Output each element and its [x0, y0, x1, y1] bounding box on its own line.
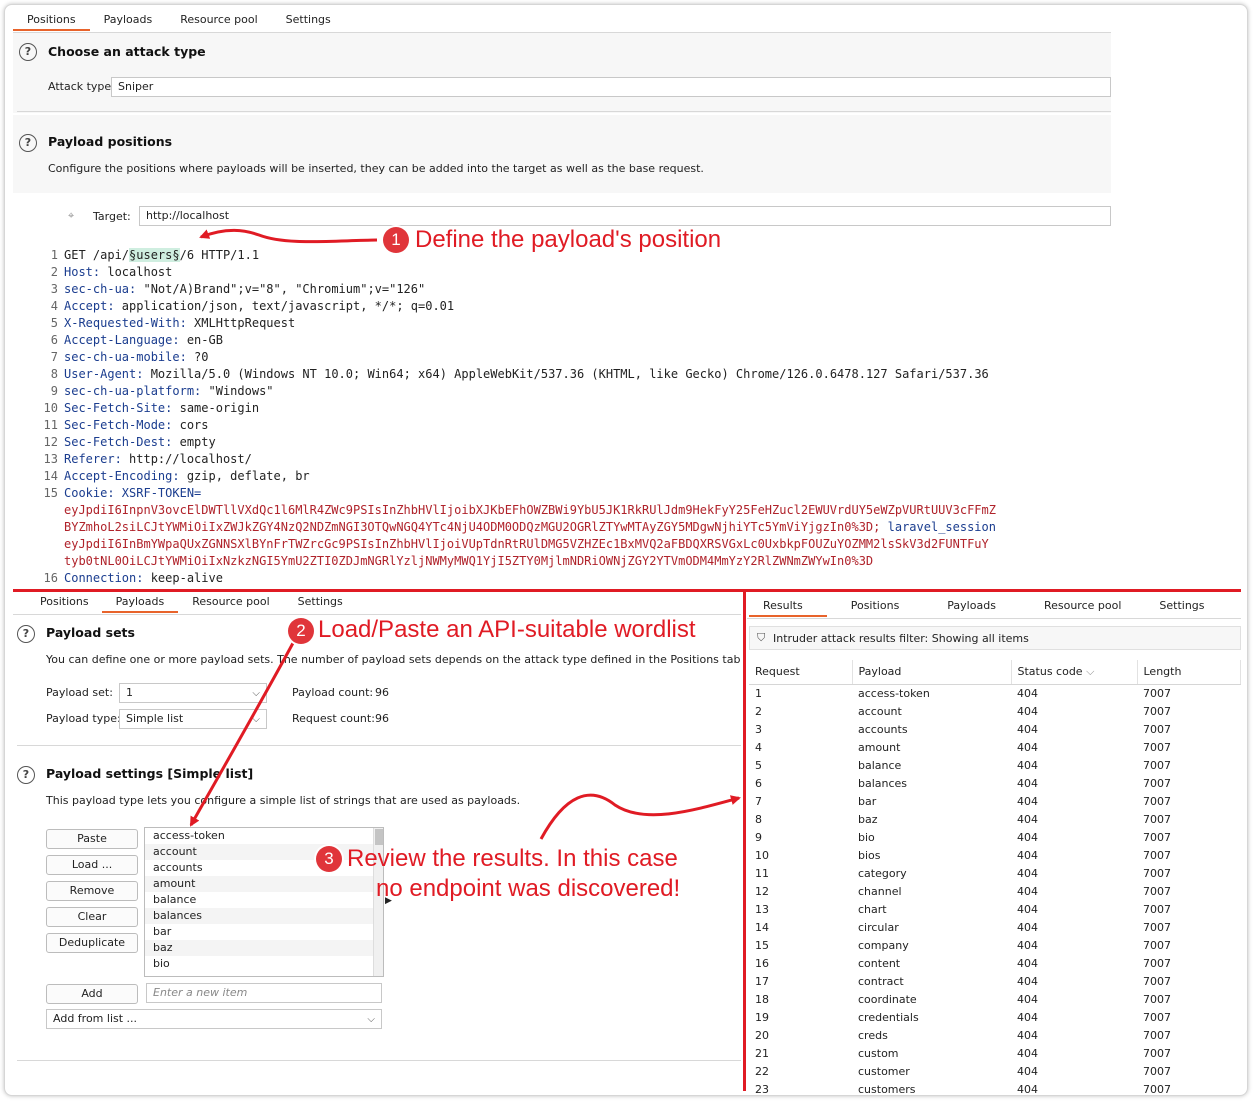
annotation-badge-1: 1	[383, 227, 409, 253]
arrow-1	[199, 228, 378, 244]
annotation-text-3a: Review the results. In this case	[347, 845, 678, 872]
annotation-badge-3: 3	[316, 846, 342, 872]
annotation-text-2: Load/Paste an API-suitable wordlist	[318, 616, 696, 643]
arrow-2	[189, 642, 295, 827]
burp-intruder-window: Positions Payloads Resource pool Setting…	[4, 4, 1248, 1096]
annotation-arrows	[189, 228, 741, 840]
annotation-text-3b: no endpoint was discovered!	[376, 875, 681, 902]
annotation-badge-2: 2	[288, 618, 314, 644]
annotation-text-1: Define the payload's position	[415, 226, 722, 253]
arrow-3	[539, 793, 741, 840]
